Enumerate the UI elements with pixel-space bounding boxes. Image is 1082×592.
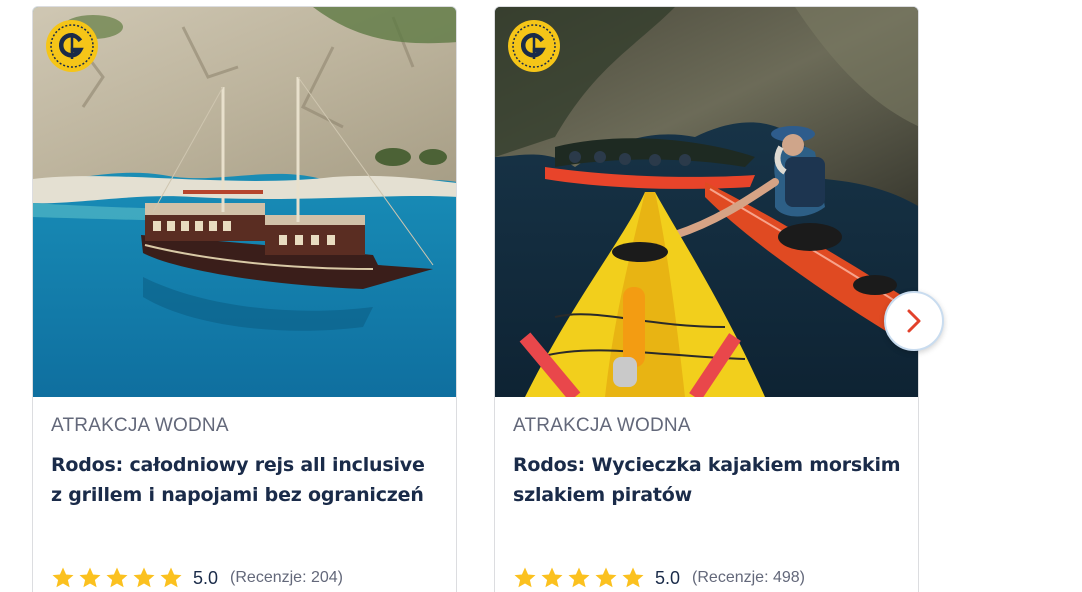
pirate-ship-image[interactable] xyxy=(33,7,456,397)
star-icon xyxy=(133,567,155,588)
star-icon xyxy=(79,567,101,588)
card-body: ATRAKCJA WODNA Rodos: całodniowy rejs al… xyxy=(33,397,456,592)
star-icon xyxy=(622,567,644,588)
activity-card[interactable]: ATRAKCJA WODNA Rodos: Wycieczka kajakiem… xyxy=(494,6,919,592)
rating-value: 5.0 xyxy=(655,568,681,588)
rating-row: 5.0 (Recenzje: 204) xyxy=(51,565,343,591)
rating-row: 5.0 (Recenzje: 498) xyxy=(513,565,805,591)
star-icon xyxy=(106,567,128,588)
star-icon xyxy=(52,567,74,588)
star-rating xyxy=(513,566,645,590)
getyourguide-badge-icon xyxy=(508,20,560,72)
star-icon xyxy=(568,567,590,588)
activity-category: ATRAKCJA WODNA xyxy=(513,415,691,436)
star-rating xyxy=(51,566,183,590)
activity-title[interactable]: Rodos: całodniowy rejs all inclusive z g… xyxy=(51,450,440,510)
star-icon xyxy=(160,567,182,588)
rating-value: 5.0 xyxy=(193,568,219,588)
review-count: (Recenzje: 204) xyxy=(230,569,343,586)
activity-card[interactable]: ATRAKCJA WODNA Rodos: całodniowy rejs al… xyxy=(32,6,457,592)
card-body: ATRAKCJA WODNA Rodos: Wycieczka kajakiem… xyxy=(495,397,918,592)
carousel-next-button[interactable] xyxy=(884,291,944,351)
activity-carousel: ATRAKCJA WODNA Rodos: całodniowy rejs al… xyxy=(0,0,1082,592)
chevron-right-icon xyxy=(907,309,921,333)
activity-category: ATRAKCJA WODNA xyxy=(51,415,229,436)
star-icon xyxy=(541,567,563,588)
star-icon xyxy=(514,567,536,588)
star-icon xyxy=(595,567,617,588)
sea-kayak-image[interactable] xyxy=(495,7,918,397)
activity-title[interactable]: Rodos: Wycieczka kajakiem morskim szlaki… xyxy=(513,450,902,510)
review-count: (Recenzje: 498) xyxy=(692,569,805,586)
getyourguide-badge-icon xyxy=(46,20,98,72)
